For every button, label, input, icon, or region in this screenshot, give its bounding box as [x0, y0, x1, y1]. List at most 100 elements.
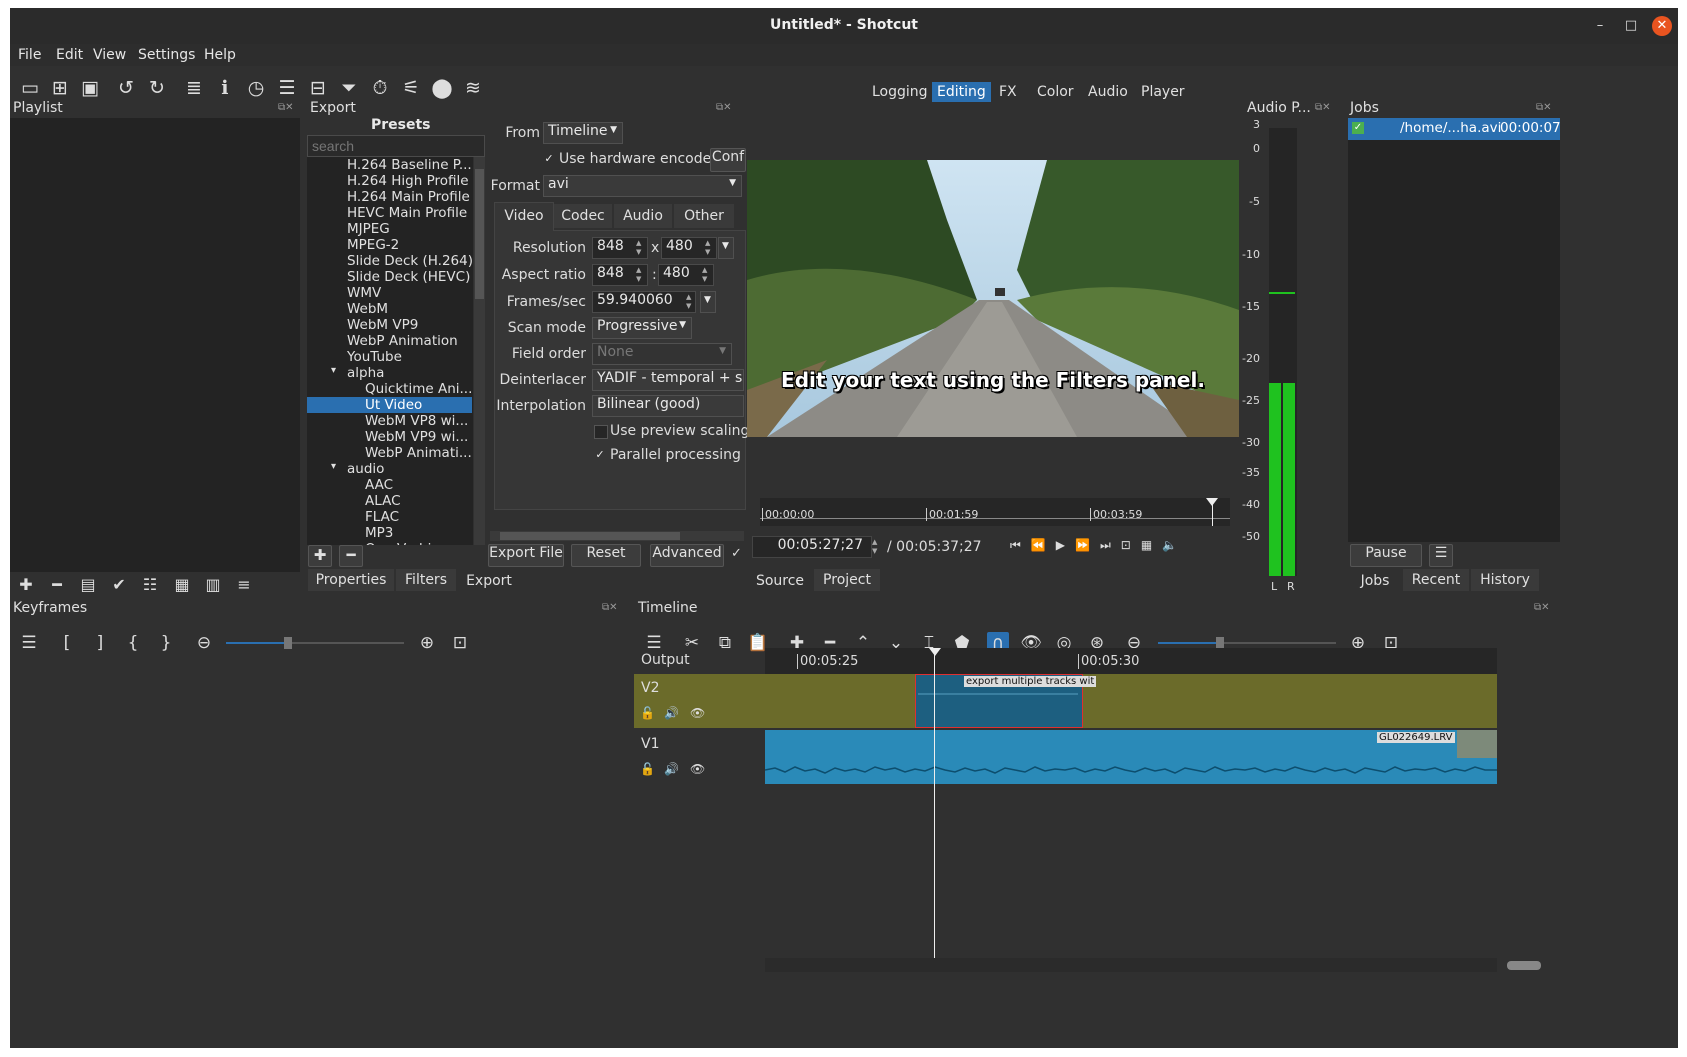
preset-item[interactable]: WMV	[307, 285, 472, 301]
spin-arrows-icon[interactable]: ▲ ▼	[872, 538, 882, 556]
advanced-button[interactable]: Advanced	[650, 544, 724, 567]
expand-arrow-icon[interactable]: ▾	[331, 461, 336, 472]
preset-item[interactable]: WebM	[307, 301, 472, 317]
lock-icon[interactable]: 🔓	[640, 706, 655, 720]
advanced-checkbox[interactable]: ✓	[731, 546, 742, 561]
play-icon[interactable]: ▶	[1056, 538, 1075, 552]
spin-arrows-icon[interactable]: ▲ ▼	[686, 293, 696, 311]
preset-item[interactable]: MP3	[307, 525, 472, 541]
layout-audio[interactable]: Audio	[1083, 82, 1133, 102]
menu-edit[interactable]: Edit	[56, 47, 83, 63]
markers-icon[interactable]: ⚟	[399, 76, 423, 100]
undo-icon[interactable]: ↺	[114, 76, 138, 100]
job-row[interactable]: ✓ /home/...ha.avi 00:00:07	[1348, 118, 1561, 140]
export-file-button[interactable]: Export File	[488, 544, 564, 567]
spin-arrows-icon[interactable]: ▲ ▼	[636, 266, 646, 284]
track-header-v1[interactable]: V1 🔓 🔊 👁	[634, 730, 765, 784]
playlist-details-icon[interactable]: ☷	[138, 573, 162, 597]
layout-fx[interactable]: FX	[994, 82, 1022, 102]
tab-other[interactable]: Other	[674, 204, 734, 228]
menu-help[interactable]: Help	[204, 47, 236, 63]
playlist-icon[interactable]: ☰	[275, 76, 299, 100]
preset-item[interactable]: WebP Animati...	[307, 445, 472, 461]
copy-icon[interactable]: ⧉	[714, 632, 736, 654]
preview-scaling-checkbox[interactable]	[594, 425, 608, 439]
layout-editing[interactable]: Editing	[932, 82, 991, 102]
playlist-menu-icon[interactable]: ≡	[232, 573, 256, 597]
playlist-area[interactable]	[10, 118, 300, 572]
preset-item[interactable]: YouTube	[307, 349, 472, 365]
playlist-icons-icon[interactable]: ▥	[201, 573, 225, 597]
preset-group[interactable]: ▾ alpha	[307, 365, 472, 381]
jobs-dock-icon[interactable]: ⧉✕	[1536, 102, 1552, 113]
open-other-icon[interactable]: ⊞	[48, 76, 72, 100]
timeline-playhead[interactable]	[934, 648, 935, 958]
tab-history[interactable]: History	[1471, 569, 1539, 591]
preset-item[interactable]: AAC	[307, 477, 472, 493]
timeline-dock-icon[interactable]: ⧉✕	[1534, 602, 1550, 613]
fast-forward-icon[interactable]: ⏩	[1075, 538, 1100, 552]
playlist-remove-icon[interactable]: ━	[45, 573, 69, 597]
timeline-ruler[interactable]: 00:05:25 00:05:30	[765, 648, 1497, 674]
zoom-out-icon[interactable]: ⊖	[193, 632, 215, 654]
spin-arrows-icon[interactable]: ▲ ▼	[705, 239, 715, 257]
position-timecode-input[interactable]: 00:05:27;27	[752, 536, 872, 558]
mute-icon[interactable]: 🔊	[664, 762, 679, 776]
save-icon[interactable]: ▣	[78, 76, 102, 100]
cut-icon[interactable]: ✂	[681, 632, 703, 654]
tab-filters[interactable]: Filters	[396, 569, 456, 591]
tab-source[interactable]: Source	[749, 569, 811, 593]
expand-arrow-icon[interactable]: ▾	[331, 365, 336, 376]
playhead-handle-icon[interactable]	[1206, 498, 1218, 506]
set-in-icon[interactable]: [	[56, 632, 78, 654]
track-header-v2[interactable]: V2 🔓 🔊 👁	[634, 674, 765, 728]
export-dock-icon[interactable]: ⧉✕	[716, 102, 732, 113]
preset-item[interactable]: WebM VP8 wi...	[307, 413, 472, 429]
visibility-icon[interactable]: 👁	[690, 706, 705, 720]
tab-project[interactable]: Project	[814, 569, 880, 591]
preset-item[interactable]: MJPEG	[307, 221, 472, 237]
timeline-menu-icon[interactable]: ☰	[643, 632, 665, 654]
tab-properties[interactable]: Properties	[308, 569, 394, 591]
export-h-scrollbar[interactable]	[490, 531, 744, 541]
keyframes-menu-icon[interactable]: ☰	[18, 632, 40, 654]
visibility-icon[interactable]: 👁	[690, 762, 705, 776]
filters-icon[interactable]: ⏷	[337, 76, 361, 100]
add-preset-icon[interactable]: ✚	[308, 545, 332, 567]
open-icon[interactable]: ▭	[18, 76, 42, 100]
spin-arrows-icon[interactable]: ▲ ▼	[702, 266, 712, 284]
timeline-zoom-slider[interactable]	[1158, 637, 1336, 649]
zoom-in-icon[interactable]: ⊕	[416, 632, 438, 654]
tab-video[interactable]: Video	[494, 202, 554, 231]
video-preview[interactable]: Edit your text using the Filters panel.	[747, 160, 1239, 437]
preset-item[interactable]: Ogg Vorbis	[307, 541, 472, 545]
minimize-button[interactable]: –	[1590, 16, 1610, 36]
preset-item[interactable]: WebP Animation	[307, 333, 472, 349]
keyframes-area[interactable]	[10, 656, 630, 1048]
preset-item[interactable]: WebM VP9	[307, 317, 472, 333]
from-combo[interactable]: Timeline ▼	[543, 122, 623, 144]
zoom-icon[interactable]: ⊡	[1121, 538, 1141, 552]
skip-previous-icon[interactable]: ⏮	[1010, 538, 1031, 552]
timeline-h-scrollbar[interactable]	[765, 958, 1541, 972]
resolution-menu-button[interactable]: ▼	[718, 237, 734, 259]
player-scrubber[interactable]: 00:00:00 00:01:59 00:03:59	[760, 498, 1230, 526]
clip-v2[interactable]: export multiple tracks wit	[915, 674, 1097, 728]
preset-item[interactable]: Slide Deck (HEVC)	[307, 269, 472, 285]
preset-item[interactable]: H.264 Main Profile	[307, 189, 472, 205]
presets-list[interactable]: H.264 Baseline P... H.264 High Profile H.2…	[307, 157, 473, 545]
filter-in-icon[interactable]: {	[122, 632, 144, 654]
preset-item[interactable]: ALAC	[307, 493, 472, 509]
pause-jobs-button[interactable]: Pause	[1350, 544, 1422, 567]
preset-item[interactable]: MPEG-2	[307, 237, 472, 253]
jobs-menu-button[interactable]: ☰	[1429, 544, 1453, 567]
fps-input[interactable]: 59.940060	[592, 291, 696, 313]
export-icon[interactable]: ⬤	[430, 76, 454, 100]
menu-settings[interactable]: Settings	[138, 47, 195, 63]
filter-out-icon[interactable]: }	[155, 632, 177, 654]
hw-encoder-checkbox[interactable]: ✓	[543, 153, 555, 165]
zoom-fit-icon[interactable]: ⊡	[449, 632, 471, 654]
preset-item[interactable]: FLAC	[307, 509, 472, 525]
remove-preset-icon[interactable]: ━	[339, 545, 363, 567]
playlist-update-icon[interactable]: ▤	[76, 573, 100, 597]
